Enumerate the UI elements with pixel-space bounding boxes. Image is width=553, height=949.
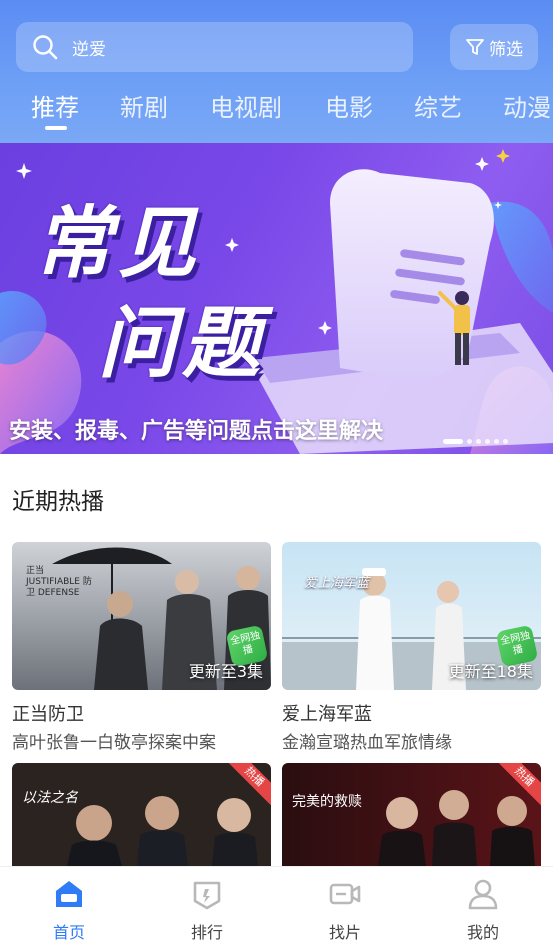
active-tab-indicator bbox=[45, 126, 67, 130]
search-input[interactable]: 逆爱 bbox=[72, 35, 106, 60]
tabbar-label: 首页 bbox=[52, 923, 85, 942]
video-poster[interactable]: 以法之名 热播 bbox=[12, 763, 271, 866]
carousel-dot bbox=[494, 439, 499, 444]
video-card[interactable]: 以法之名 热播 bbox=[12, 763, 271, 866]
search-bar[interactable]: 逆爱 bbox=[16, 22, 413, 72]
video-description: 金瀚宣璐热血军旅情缘 bbox=[282, 733, 452, 753]
poster-image bbox=[282, 763, 541, 866]
video-card[interactable]: 爱上海军蓝 全网独播 更新至18集 爱上海军蓝 金瀚宣璐热血军旅情缘 bbox=[282, 542, 541, 753]
tabbar-label: 排行 bbox=[190, 923, 223, 942]
poster-title: 爱上海军蓝 bbox=[304, 576, 370, 591]
carousel-dot-active bbox=[443, 439, 463, 444]
filter-button[interactable]: 筛选 bbox=[450, 24, 538, 70]
section-title-recent-hot: 近期热播 bbox=[12, 489, 104, 515]
video-card[interactable]: 完美的救赎 热播 bbox=[282, 763, 541, 866]
tab-recommend[interactable]: 推荐 bbox=[31, 88, 79, 123]
video-camera-icon bbox=[329, 883, 361, 905]
tab-new-drama[interactable]: 新剧 bbox=[120, 88, 168, 123]
tab-variety[interactable]: 综艺 bbox=[414, 88, 462, 123]
tab-anime[interactable]: 动漫 bbox=[503, 88, 551, 123]
ranking-icon bbox=[193, 881, 221, 910]
video-card[interactable]: 正当 JUSTIFIABLE 防卫 DEFENSE 全网独播 更新至3集 正当防… bbox=[12, 542, 271, 753]
video-poster[interactable]: 完美的救赎 热播 bbox=[282, 763, 541, 866]
episode-update: 更新至3集 bbox=[188, 662, 263, 681]
user-icon bbox=[468, 879, 498, 910]
tab-tv-series[interactable]: 电视剧 bbox=[210, 88, 282, 123]
home-icon bbox=[56, 881, 82, 907]
video-poster[interactable]: 正当 JUSTIFIABLE 防卫 DEFENSE 全网独播 更新至3集 bbox=[12, 542, 271, 690]
video-poster[interactable]: 爱上海军蓝 全网独播 更新至18集 bbox=[282, 542, 541, 690]
search-icon bbox=[33, 35, 58, 60]
category-tabs: 推荐 新剧 电视剧 电影 综艺 动漫 bbox=[0, 88, 553, 138]
banner-title-line1: 常见 bbox=[34, 199, 203, 289]
tabbar-item-find[interactable]: 找片 bbox=[295, 877, 395, 943]
banner-caption: 安装、报毒、广告等问题点击这里解决 bbox=[9, 419, 384, 444]
tab-movie[interactable]: 电影 bbox=[325, 88, 373, 123]
carousel-dot bbox=[485, 439, 490, 444]
poster-image bbox=[12, 763, 271, 866]
tabbar-item-mine[interactable]: 我的 bbox=[433, 877, 533, 943]
tabbar-label: 找片 bbox=[328, 923, 361, 942]
episode-update: 更新至18集 bbox=[448, 662, 533, 681]
bottom-tab-bar: 首页 排行 找片 我的 bbox=[0, 866, 553, 949]
tabbar-item-home[interactable]: 首页 bbox=[19, 877, 119, 943]
carousel-dot bbox=[467, 439, 472, 444]
promo-banner[interactable]: 常见 问题 安装、报毒、广告等问题点击这里解决 bbox=[0, 143, 553, 454]
carousel-dot bbox=[503, 439, 508, 444]
filter-icon bbox=[466, 39, 484, 55]
video-description: 高叶张鲁一白敬亭探案中案 bbox=[12, 733, 216, 753]
poster-title: 正当 JUSTIFIABLE 防卫 DEFENSE bbox=[26, 566, 92, 598]
poster-title: 以法之名 bbox=[22, 790, 78, 806]
carousel-dot bbox=[476, 439, 481, 444]
filter-label: 筛选 bbox=[489, 39, 523, 60]
top-header: 逆爱 筛选 推荐 新剧 电视剧 电影 综艺 动漫 bbox=[0, 0, 553, 143]
banner-title-line2: 问题 bbox=[98, 299, 267, 389]
video-title[interactable]: 爱上海军蓝 bbox=[282, 700, 541, 726]
tabbar-item-ranking[interactable]: 排行 bbox=[157, 877, 257, 943]
carousel-indicator bbox=[443, 439, 508, 444]
video-title[interactable]: 正当防卫 bbox=[12, 700, 271, 726]
tabbar-label: 我的 bbox=[466, 923, 499, 942]
poster-title: 完美的救赎 bbox=[292, 794, 362, 810]
